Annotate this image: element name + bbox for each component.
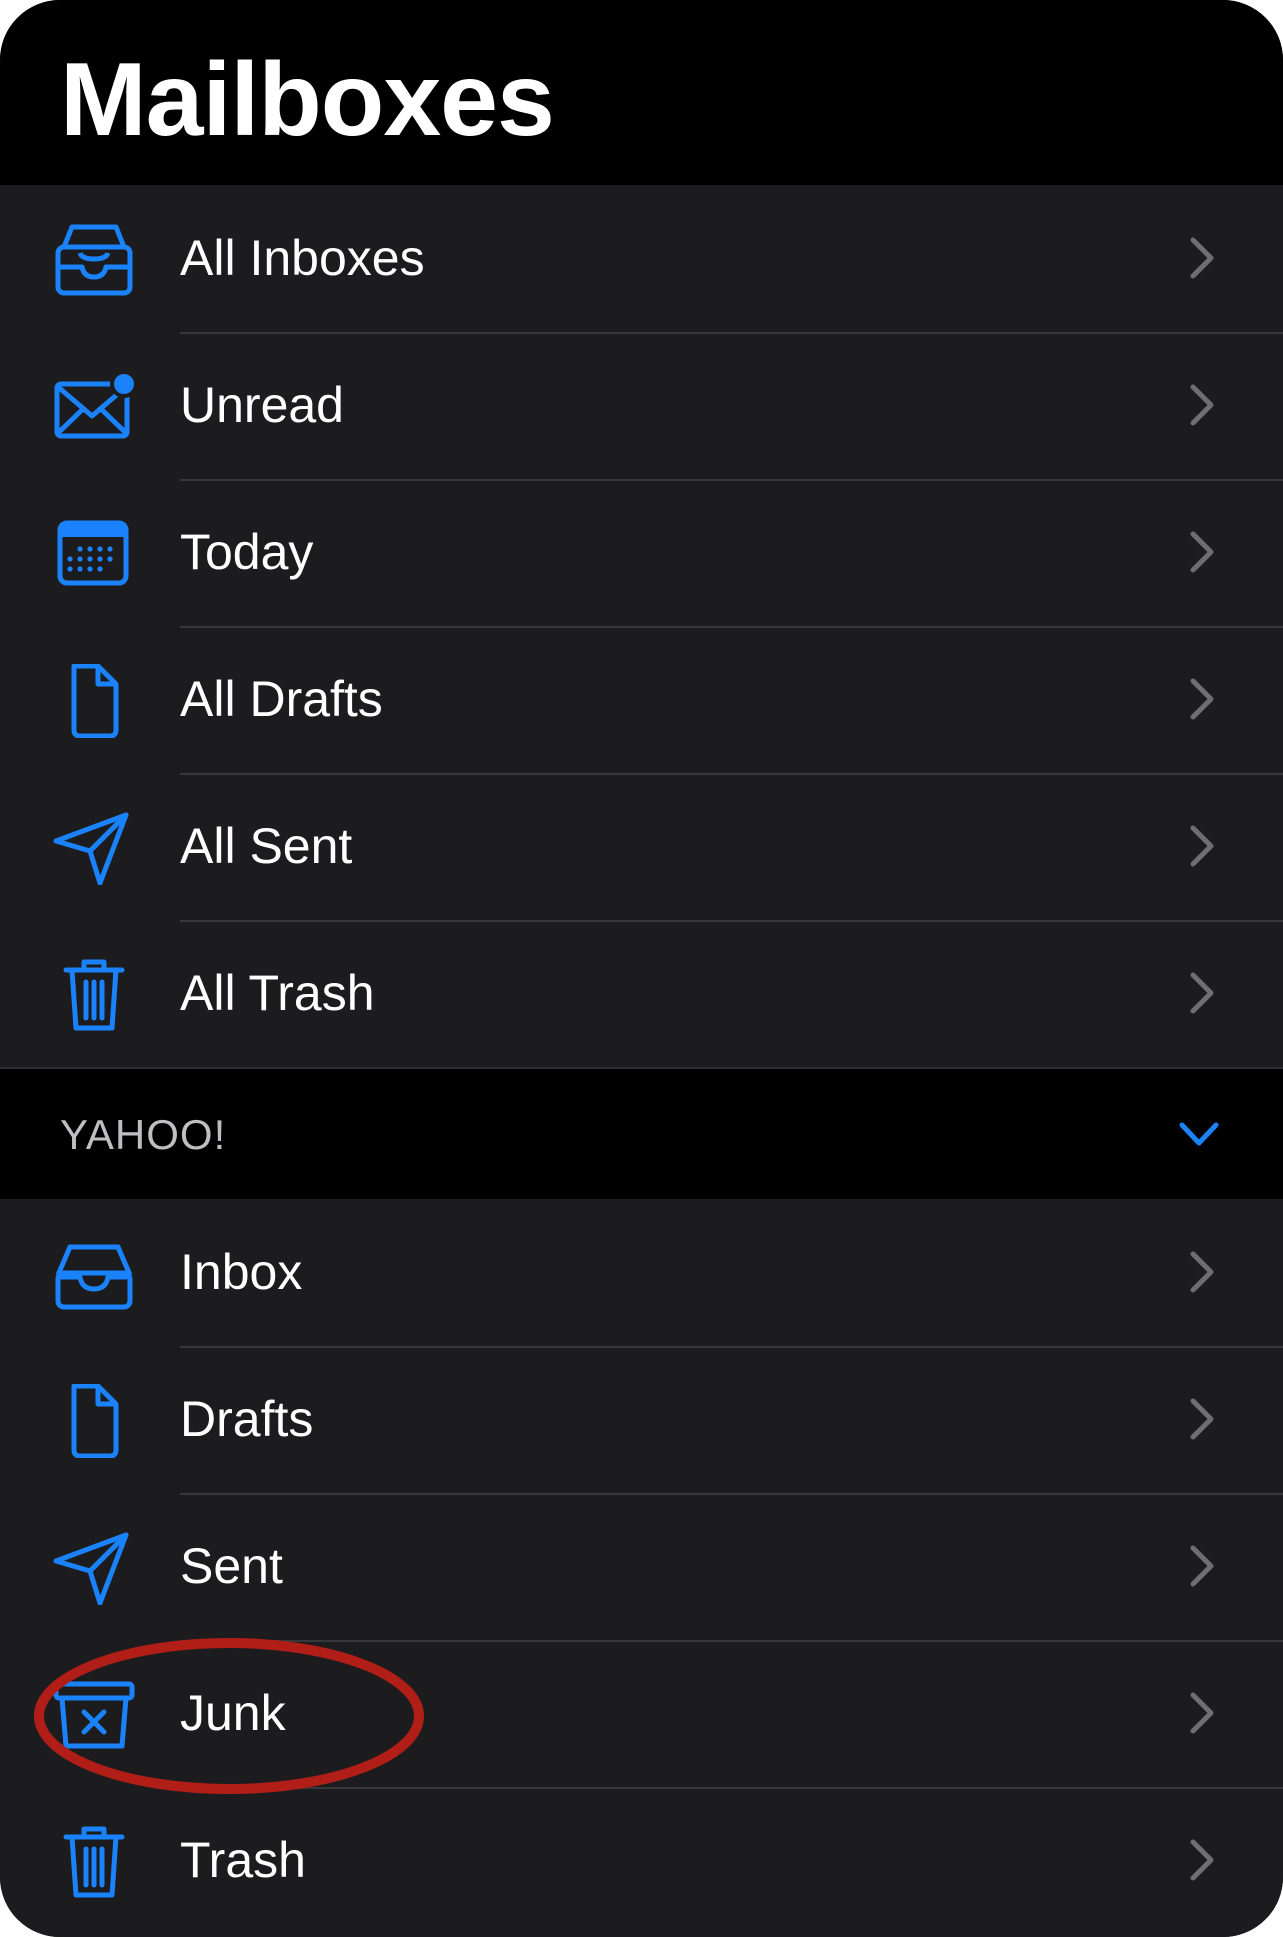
mailbox-row-today[interactable]: Today <box>0 479 1283 626</box>
mailbox-row-trash[interactable]: Trash <box>0 1787 1283 1934</box>
mailbox-label: Inbox <box>180 1244 303 1300</box>
mailbox-row-all-sent[interactable]: All Sent <box>0 773 1283 920</box>
chevron-right-icon <box>1190 531 1214 573</box>
paperplane-icon <box>53 812 129 885</box>
document-icon <box>71 1384 119 1458</box>
account-section-header[interactable]: YAHOO! <box>0 1067 1283 1199</box>
mailbox-row-unread[interactable]: Unread <box>0 332 1283 479</box>
chevron-right-icon <box>1190 1545 1214 1587</box>
mailbox-row-sent[interactable]: Sent <box>0 1493 1283 1640</box>
chevron-right-icon <box>1190 1398 1214 1440</box>
mailbox-row-all-drafts[interactable]: All Drafts <box>0 626 1283 773</box>
mailbox-row-drafts[interactable]: Drafts <box>0 1346 1283 1493</box>
highlight-ellipse <box>34 1638 424 1794</box>
envelope-badge-icon <box>54 370 136 439</box>
tray-stack-icon <box>55 224 133 296</box>
chevron-right-icon <box>1190 384 1214 426</box>
chevron-right-icon <box>1190 1692 1214 1734</box>
header: Mailboxes <box>0 0 1283 185</box>
mailbox-label: Trash <box>180 1832 306 1888</box>
mailbox-label: All Inboxes <box>180 230 425 286</box>
chevron-right-icon <box>1190 972 1214 1014</box>
smart-mailboxes-list: All Inboxes Unread Today All Drafts All … <box>0 185 1283 1067</box>
mailbox-label: All Sent <box>180 818 353 874</box>
mailbox-row-all-inboxes[interactable]: All Inboxes <box>0 185 1283 332</box>
trash-icon <box>63 1826 125 1898</box>
chevron-right-icon <box>1190 1251 1214 1293</box>
mailbox-label: Sent <box>180 1538 283 1594</box>
document-icon <box>71 664 119 738</box>
chevron-right-icon <box>1190 678 1214 720</box>
mailbox-label: All Trash <box>180 965 375 1021</box>
account-name: YAHOO! <box>60 1111 227 1158</box>
trash-icon <box>63 959 125 1031</box>
chevron-right-icon <box>1190 237 1214 279</box>
page-title: Mailboxes <box>60 42 555 158</box>
chevron-right-icon <box>1190 1839 1214 1881</box>
mailbox-row-inbox[interactable]: Inbox <box>0 1199 1283 1346</box>
tray-icon <box>55 1244 133 1310</box>
mailbox-label: All Drafts <box>180 671 383 727</box>
mailbox-label: Today <box>180 524 314 580</box>
mail-app-screen: Mailboxes All Inboxes Unread Today All D… <box>0 0 1283 1937</box>
mailbox-row-all-trash[interactable]: All Trash <box>0 920 1283 1067</box>
account-mailboxes-list: Inbox Drafts Sent Junk Trash <box>0 1199 1283 1937</box>
chevron-down-icon[interactable] <box>1177 1117 1221 1151</box>
chevron-right-icon <box>1190 825 1214 867</box>
phone-screen: Mailboxes All Inboxes Unread Today All D… <box>0 0 1283 1937</box>
calendar-icon <box>57 520 129 586</box>
mailbox-label: Drafts <box>180 1391 314 1447</box>
paperplane-icon <box>53 1532 129 1605</box>
mailbox-label: Unread <box>180 377 344 433</box>
